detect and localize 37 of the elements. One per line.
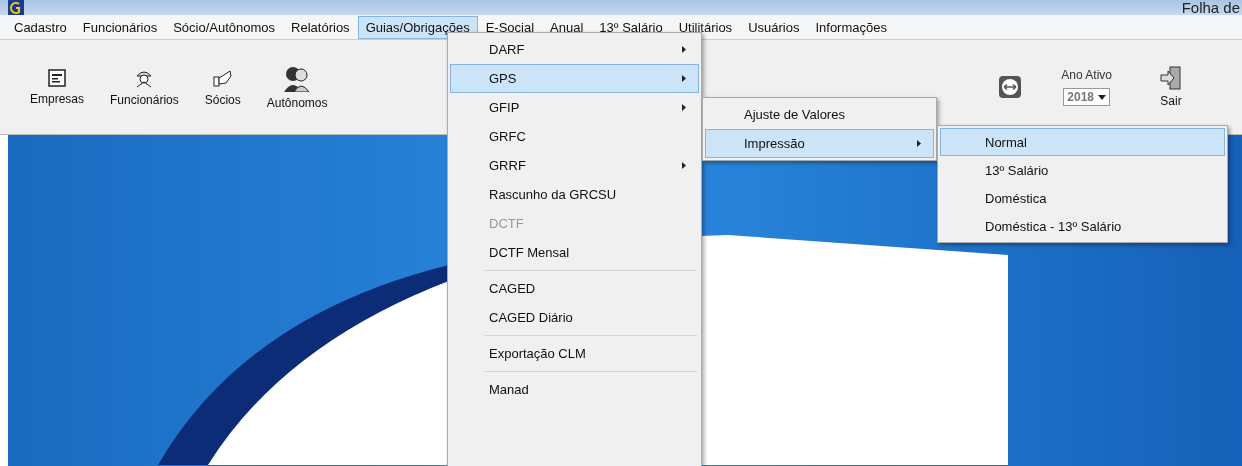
exit-button[interactable]: Sair xyxy=(1150,66,1192,108)
menu-item[interactable]: GFIP xyxy=(450,93,699,122)
dropdown-caret-icon xyxy=(1098,94,1106,100)
menu-item[interactable]: GRFC xyxy=(450,122,699,151)
menu-bar-item[interactable]: Sócio/Autônomos xyxy=(165,15,284,39)
menu-item[interactable]: Exportação CLM xyxy=(450,339,699,368)
form-icon xyxy=(47,68,67,88)
menu-item[interactable]: 13º Salário xyxy=(940,156,1225,184)
menu-bar-item[interactable]: Funcionários xyxy=(74,15,166,39)
toolbar-button[interactable]: Sócios xyxy=(194,67,251,107)
app-logo-icon xyxy=(8,0,24,16)
window-title: Folha de xyxy=(1181,0,1240,15)
menu-item[interactable]: CAGED Diário xyxy=(450,303,699,332)
menu-item[interactable]: Manad xyxy=(450,375,699,404)
menu-item[interactable]: GPS xyxy=(450,64,699,93)
toolbar-button[interactable]: Empresas xyxy=(20,68,95,106)
menu-bar-item[interactable]: Cadastro xyxy=(6,15,75,39)
menu-item[interactable]: Ajuste de Valores xyxy=(705,100,934,129)
menu-item[interactable]: Impressão xyxy=(705,129,934,158)
menu-item[interactable]: DCTF Mensal xyxy=(450,238,699,267)
door-arrow-icon xyxy=(1160,66,1182,90)
year-label: Ano Ativo xyxy=(1061,68,1112,82)
menu-bar-item[interactable]: Informações xyxy=(807,15,895,39)
menu-item[interactable]: Normal xyxy=(940,128,1225,156)
remote-control-icon[interactable] xyxy=(999,76,1022,98)
toolbar-button[interactable]: Funcionários xyxy=(100,67,189,107)
menu-item[interactable]: CAGED xyxy=(450,274,699,303)
year-dropdown[interactable]: 2018 xyxy=(1063,88,1110,106)
menu-item[interactable]: GRRF xyxy=(450,151,699,180)
menu-item[interactable]: Doméstica - 13º Salário xyxy=(940,212,1225,240)
toolbar-button[interactable]: Autônomos xyxy=(256,64,338,110)
menu-item[interactable]: Rascunho da GRCSU xyxy=(450,180,699,209)
menu-bar-item[interactable]: Relatórios xyxy=(283,15,358,39)
menu-bar-item[interactable]: Usuários xyxy=(740,15,808,39)
hand-icon xyxy=(211,67,234,89)
menu-bar-item[interactable]: Guias/Obrigações xyxy=(357,15,478,39)
menu-item[interactable]: Doméstica xyxy=(940,184,1225,212)
